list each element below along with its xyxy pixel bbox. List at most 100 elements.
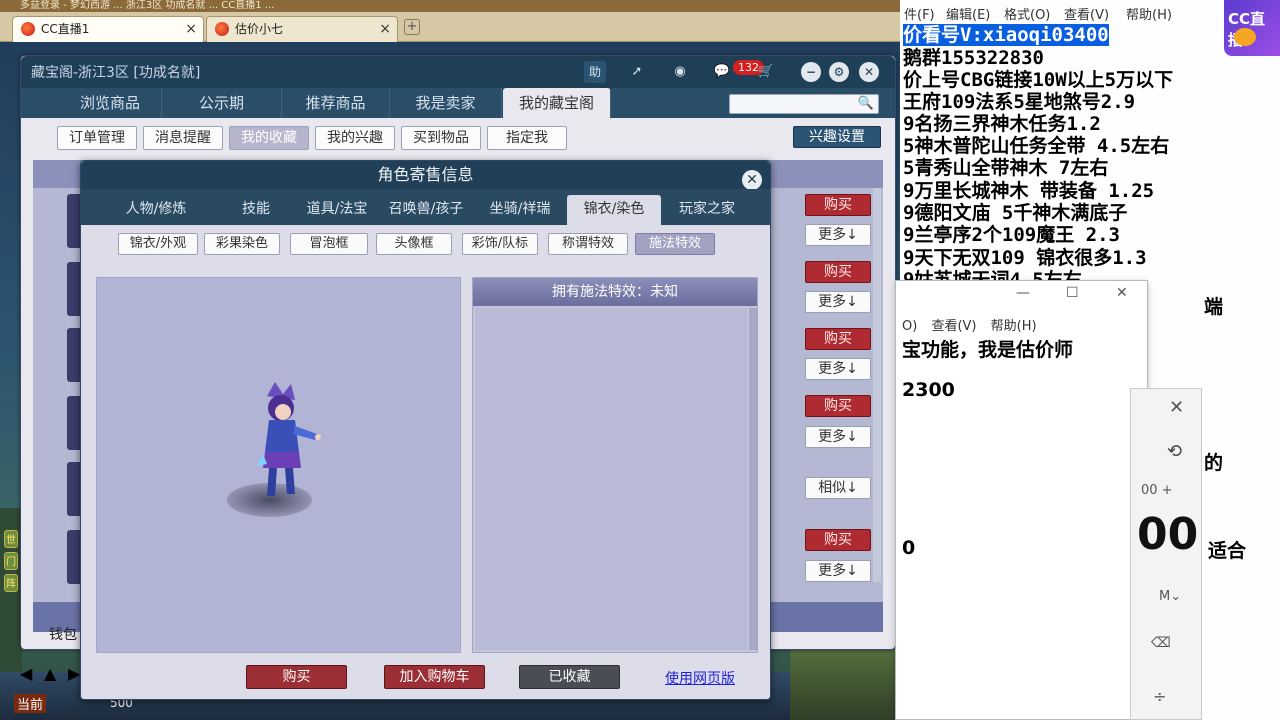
sidebar-item-formation[interactable]: 阵 bbox=[4, 574, 18, 592]
cart-icon[interactable]: 🛒 bbox=[755, 61, 777, 83]
list-scrollbar[interactable] bbox=[873, 188, 881, 582]
sidebar-item-sect[interactable]: 门 bbox=[4, 552, 18, 570]
game-ornament bbox=[790, 642, 900, 720]
dialog-close-icon[interactable]: ✕ bbox=[742, 170, 762, 190]
tab-seller[interactable]: 我是卖家 bbox=[390, 88, 502, 118]
search-input[interactable]: 🔍 bbox=[729, 94, 879, 114]
stop-icon[interactable]: ◉ bbox=[669, 61, 691, 83]
note-line[interactable]: 5神木普陀山任务全带 4.5左右 bbox=[903, 135, 1169, 157]
minimize-icon[interactable]: − bbox=[801, 62, 821, 82]
menu-format[interactable]: 格式(O) bbox=[1004, 4, 1050, 23]
current-channel-label[interactable]: 当前 bbox=[14, 694, 47, 713]
my-interests-button[interactable]: 我的兴趣 bbox=[315, 126, 395, 150]
new-tab-button[interactable]: + bbox=[404, 19, 420, 35]
note-line[interactable]: 9天下无双109 锦衣很多1.3 bbox=[903, 247, 1147, 269]
subtab-dye[interactable]: 彩果染色 bbox=[204, 233, 280, 255]
order-management-button[interactable]: 订单管理 bbox=[57, 126, 137, 150]
close-icon[interactable]: ✕ bbox=[1116, 285, 1128, 301]
tab-browse[interactable]: 浏览商品 bbox=[59, 88, 162, 118]
more-button[interactable]: 更多↓ bbox=[805, 291, 871, 313]
maximize-icon[interactable]: ☐ bbox=[1066, 285, 1079, 301]
note-line[interactable]: 鹅群155322830 bbox=[903, 47, 1044, 69]
note2-line[interactable]: 宝功能，我是估价师 bbox=[902, 335, 1073, 362]
subtab-title-effect[interactable]: 称谓特效 bbox=[548, 233, 628, 255]
use-web-version-link[interactable]: 使用网页版 bbox=[665, 668, 735, 688]
note-line[interactable]: 5青秀山全带神木 7左右 bbox=[903, 157, 1108, 179]
memory-button[interactable]: M⌄ bbox=[1159, 589, 1181, 604]
close-icon[interactable]: ✕ bbox=[859, 62, 879, 82]
more-button[interactable]: 更多↓ bbox=[805, 560, 871, 582]
arrow-left-icon[interactable]: ◀ bbox=[20, 664, 32, 683]
purchased-button[interactable]: 买到物品 bbox=[401, 126, 481, 150]
menu-help[interactable]: 帮助(H) bbox=[991, 319, 1037, 334]
settings-icon[interactable]: ⚙ bbox=[829, 62, 849, 82]
minimize-icon[interactable]: — bbox=[1016, 285, 1030, 301]
message-reminder-button[interactable]: 消息提醒 bbox=[143, 126, 223, 150]
buy-button[interactable]: 购买 bbox=[805, 395, 871, 417]
note-line[interactable]: 王府109法系5星地煞号2.9 bbox=[903, 91, 1135, 113]
divide-button[interactable]: ÷ bbox=[1153, 687, 1166, 706]
arrow-right-icon[interactable]: ▶ bbox=[68, 664, 80, 683]
note-line[interactable]: 价上号CBG链接10W以上5万以下 bbox=[903, 69, 1173, 91]
cast-effect-scrollbar[interactable] bbox=[749, 308, 757, 650]
more-button[interactable]: 更多↓ bbox=[805, 224, 871, 246]
menu-view[interactable]: 查看(V) bbox=[1064, 4, 1109, 23]
help-button[interactable]: 助 bbox=[584, 61, 606, 83]
subtab-team-mark[interactable]: 彩饰/队标 bbox=[462, 233, 538, 255]
tab-public-period[interactable]: 公示期 bbox=[162, 88, 282, 118]
close-tab-icon[interactable]: × bbox=[379, 17, 391, 41]
note-line[interactable]: 9名扬三界神木任务1.2 bbox=[903, 113, 1101, 135]
menu-edit[interactable]: 编辑(E) bbox=[946, 4, 990, 23]
add-to-cart-button[interactable]: 加入购物车 bbox=[384, 665, 485, 689]
note-line[interactable]: 9万里长城神木 带装备 1.25 bbox=[903, 180, 1154, 202]
share-icon[interactable]: ➚ bbox=[626, 61, 648, 83]
sidebar-item-world[interactable]: 世 bbox=[4, 530, 18, 548]
message-icon[interactable]: 💬 bbox=[711, 61, 733, 83]
tab-skills[interactable]: 技能 bbox=[211, 195, 301, 225]
subtab-cast-effect[interactable]: 施法特效 bbox=[635, 233, 715, 255]
search-icon[interactable]: 🔍 bbox=[858, 96, 874, 111]
note2-line[interactable]: 0 bbox=[902, 537, 915, 559]
similar-button[interactable]: 相似↓ bbox=[805, 477, 871, 499]
my-favorites-button[interactable]: 我的收藏 bbox=[229, 126, 309, 150]
browser-tab-guji[interactable]: 估价小七 × bbox=[206, 16, 398, 42]
assigned-to-me-button[interactable]: 指定我 bbox=[487, 126, 567, 150]
tab-items[interactable]: 道具/法宝 bbox=[291, 195, 383, 225]
note-line[interactable]: 9姑苏城天词4.5左右 bbox=[903, 269, 1082, 280]
arrow-up-icon[interactable]: ▲ bbox=[44, 664, 56, 683]
more-button[interactable]: 更多↓ bbox=[805, 358, 871, 380]
history-icon[interactable]: ⟲ bbox=[1167, 441, 1182, 462]
menu-file[interactable]: 件(F) bbox=[904, 4, 935, 23]
note2-line[interactable]: 2300 bbox=[902, 379, 955, 401]
favorited-button[interactable]: 已收藏 bbox=[519, 665, 620, 689]
interest-settings-button[interactable]: 兴趣设置 bbox=[793, 126, 881, 148]
tab-character[interactable]: 人物/修炼 bbox=[101, 195, 211, 225]
browser-tab-cc[interactable]: CC直播1 × bbox=[12, 16, 204, 42]
buy-button[interactable]: 购买 bbox=[246, 665, 347, 689]
subtab-bubble[interactable]: 冒泡框 bbox=[290, 233, 368, 255]
menu-format[interactable]: O) bbox=[902, 319, 917, 334]
subtab-avatar-frame[interactable]: 头像框 bbox=[376, 233, 452, 255]
buy-button[interactable]: 购买 bbox=[805, 194, 871, 216]
buy-button[interactable]: 购买 bbox=[805, 261, 871, 283]
close-tab-icon[interactable]: × bbox=[185, 17, 197, 41]
more-button[interactable]: 更多↓ bbox=[805, 426, 871, 448]
tab-pets[interactable]: 召唤兽/孩子 bbox=[381, 195, 471, 225]
note-line[interactable]: 9兰亭序2个109魔王 2.3 bbox=[903, 224, 1120, 246]
wallet-label[interactable]: 钱包 bbox=[49, 624, 77, 644]
note-line-selected[interactable]: 价看号V:xiaoqi03400 bbox=[903, 24, 1109, 46]
backspace-button[interactable]: ⌫ bbox=[1151, 635, 1171, 651]
menu-view[interactable]: 查看(V) bbox=[931, 319, 976, 334]
buy-button[interactable]: 购买 bbox=[805, 529, 871, 551]
tab-recommended[interactable]: 推荐商品 bbox=[282, 88, 390, 118]
tab-my-cangbaoge[interactable]: 我的藏宝阁 bbox=[503, 88, 611, 118]
subtab-outfit[interactable]: 锦衣/外观 bbox=[118, 233, 198, 255]
tab-outfits[interactable]: 锦衣/染色 bbox=[567, 195, 661, 225]
note-line[interactable]: 9德阳文庙 5千神木满底子 bbox=[903, 202, 1127, 224]
close-icon[interactable]: ✕ bbox=[1169, 397, 1184, 418]
tab-mounts[interactable]: 坐骑/祥瑞 bbox=[477, 195, 563, 225]
buy-button[interactable]: 购买 bbox=[805, 328, 871, 350]
tab-home[interactable]: 玩家之家 bbox=[667, 195, 747, 225]
character-preview[interactable] bbox=[96, 277, 461, 653]
menu-help[interactable]: 帮助(H) bbox=[1126, 4, 1172, 23]
